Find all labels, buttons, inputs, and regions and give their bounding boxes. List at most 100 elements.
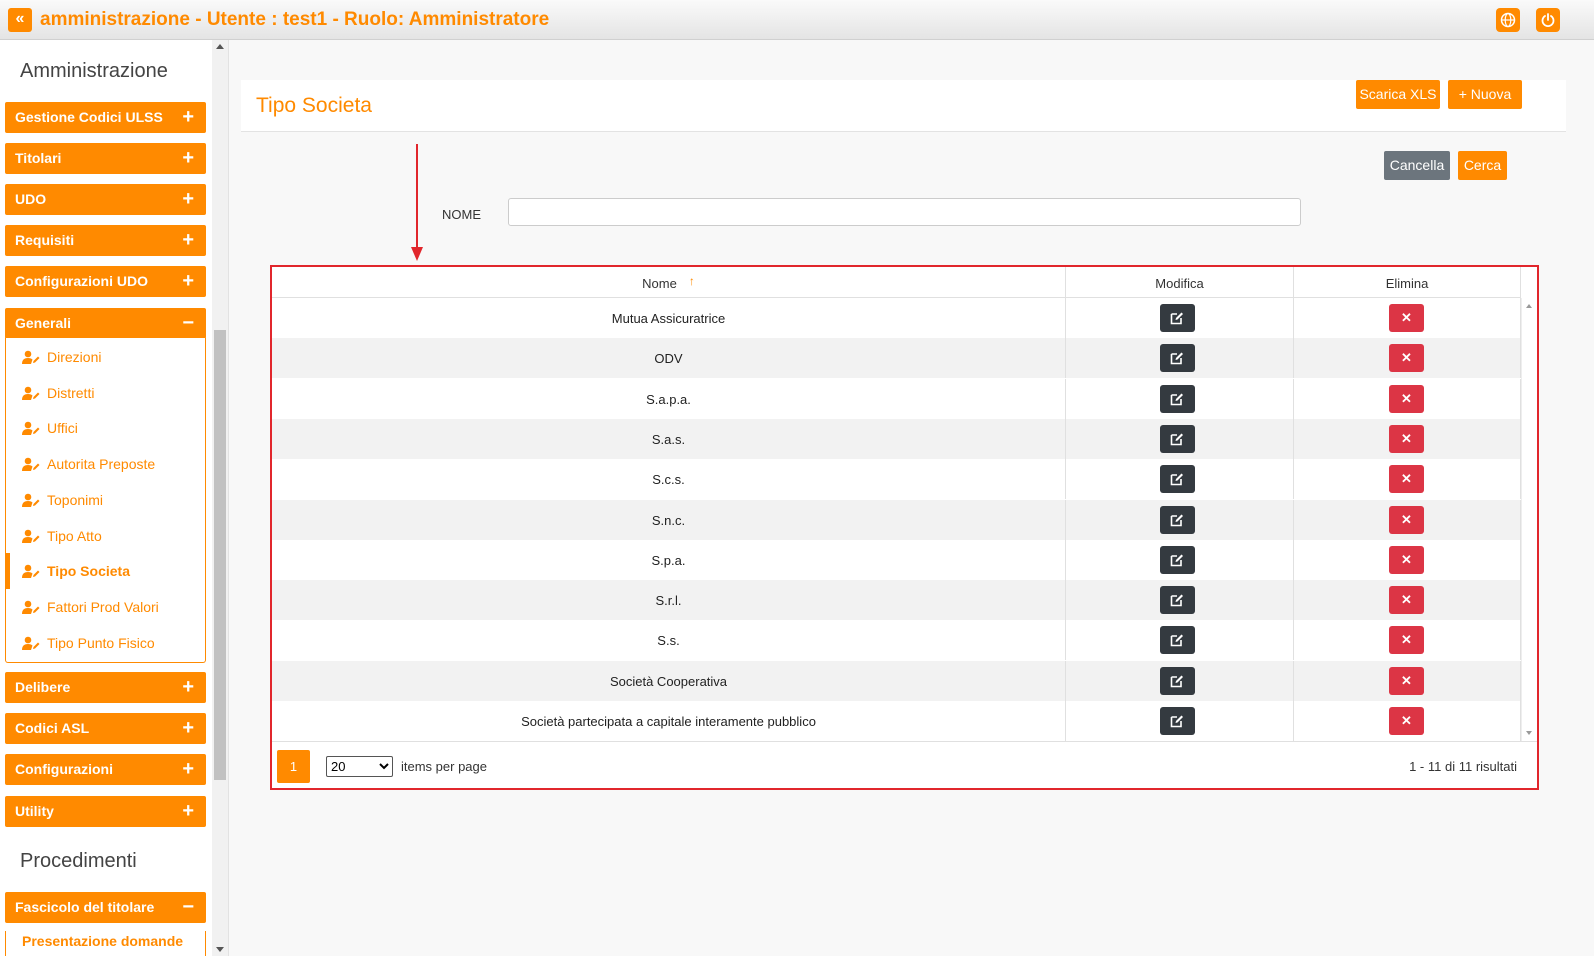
sidebar-item-label: Requisiti [15,232,75,248]
expand-icon: + [182,800,194,822]
scroll-up-icon[interactable] [1526,304,1532,308]
cell-elimina: ✕ [1294,298,1521,338]
delete-button[interactable]: ✕ [1389,707,1424,735]
cell-elimina: ✕ [1294,620,1521,661]
new-button[interactable]: + Nuova [1448,80,1522,109]
scroll-down-icon[interactable] [1526,731,1532,735]
edit-button[interactable] [1160,384,1195,413]
cell-modifica [1066,378,1294,419]
cell-elimina: ✕ [1294,580,1521,621]
sidebar-item-label: Codici ASL [15,720,90,736]
sidebar-item-generali[interactable]: Generali − [5,308,206,339]
delete-button[interactable]: ✕ [1389,666,1424,695]
sidebar-item-utility[interactable]: Utility + [5,796,206,827]
close-icon: ✕ [1401,430,1412,446]
edit-button[interactable] [1160,424,1195,453]
sidebar-subitem-label: Presentazione domande [22,933,184,949]
close-icon: ✕ [1401,632,1412,648]
collapse-sidebar-button[interactable]: « [8,8,32,32]
delete-button[interactable]: ✕ [1389,344,1424,373]
sidebar-item-label: Fascicolo del titolare [15,899,155,915]
page-title: Tipo Societa [256,94,372,117]
language-button[interactable] [1496,8,1520,32]
sidebar-item-titolari[interactable]: Titolari + [5,143,206,174]
cell-elimina: ✕ [1294,701,1521,741]
expand-icon: + [182,717,194,739]
expand-icon: + [182,758,194,780]
sidebar-item-requisiti[interactable]: Requisiti + [5,225,206,256]
edit-button[interactable] [1160,505,1195,534]
sidebar-subitem-tipo-societa[interactable]: Tipo Societa [6,553,205,589]
column-header-nome[interactable]: Nome ↑ [272,267,1066,298]
sidebar-scrollbar[interactable] [212,40,228,956]
delete-button[interactable]: ✕ [1389,465,1424,494]
delete-button[interactable]: ✕ [1389,586,1424,615]
edit-icon [1170,554,1183,567]
download-xls-button[interactable]: Scarica XLS [1356,80,1440,109]
user-edit-icon [22,636,40,650]
sidebar-subitem-uffici[interactable]: Uffici [6,410,205,446]
sidebar-subitem-tipo-atto[interactable]: Tipo Atto [6,518,205,554]
sidebar-item-codici-asl[interactable]: Codici ASL + [5,713,206,744]
user-edit-icon [22,350,40,364]
edit-button[interactable] [1160,545,1195,574]
user-edit-icon [22,493,40,507]
column-header-modifica[interactable]: Modifica [1066,267,1294,298]
sidebar-item-gestione-codici-ulss[interactable]: Gestione Codici ULSS + [5,102,206,133]
sidebar-item-delibere[interactable]: Delibere + [5,672,206,703]
sidebar-item-configurazioni-udo[interactable]: Configurazioni UDO + [5,266,206,297]
expand-icon: + [182,147,194,169]
delete-button[interactable]: ✕ [1389,626,1424,655]
sidebar-subitem-label: Fattori Prod Valori [47,599,159,615]
cell-elimina: ✕ [1294,378,1521,419]
sidebar-subitem-tipo-punto-fisico[interactable]: Tipo Punto Fisico [6,625,205,661]
sidebar-subitem-autorita-preposte[interactable]: Autorita Preposte [6,446,205,482]
user-edit-icon [22,529,40,543]
filter-name-input[interactable] [508,198,1301,226]
sidebar-item-udo[interactable]: UDO + [5,184,206,215]
logout-button[interactable] [1536,8,1560,32]
sidebar-item-label: Delibere [15,679,71,695]
column-header-elimina[interactable]: Elimina [1294,267,1521,298]
delete-button[interactable]: ✕ [1389,505,1424,534]
sidebar-subitem-fattori-prod-valori[interactable]: Fattori Prod Valori [6,589,205,625]
user-edit-icon [22,421,40,435]
sidebar-item-fascicolo-del-titolare[interactable]: Fascicolo del titolare − [5,892,206,923]
edit-button[interactable] [1160,707,1195,735]
sidebar-subitem-label: Distretti [47,385,95,401]
edit-button[interactable] [1160,304,1195,332]
scrollbar-thumb[interactable] [214,330,226,780]
sidebar-subitem-label: Autorita Preposte [47,456,156,472]
scroll-up-icon[interactable] [216,44,224,49]
clear-button[interactable]: Cancella [1384,151,1450,180]
sidebar-subitem-direzioni[interactable]: Direzioni [6,339,205,375]
edit-button[interactable] [1160,344,1195,373]
edit-button[interactable] [1160,666,1195,695]
delete-button[interactable]: ✕ [1389,424,1424,453]
page-button-1[interactable]: 1 [277,750,310,783]
sidebar-subitem-distretti[interactable]: Distretti [6,375,205,411]
scroll-down-icon[interactable] [216,947,224,952]
sidebar-subitem-toponimi[interactable]: Toponimi [6,482,205,518]
expand-icon: + [182,270,194,292]
cell-modifica [1066,499,1294,540]
user-edit-icon [22,600,40,614]
cell-nome: S.s. [272,620,1066,661]
sidebar-subitem-presentazione-domande[interactable]: Presentazione domande [5,931,206,956]
edit-icon [1170,594,1183,607]
sidebar-item-configurazioni[interactable]: Configurazioni + [5,754,206,785]
table-row: Società Cooperativa ✕ [272,660,1521,701]
grid-scrollbar[interactable] [1521,298,1537,741]
edit-button[interactable] [1160,586,1195,615]
sidebar-subitem-label: Uffici [47,420,78,436]
page-size-select[interactable]: 20 [326,756,393,777]
search-button[interactable]: Cerca [1458,151,1507,180]
cell-modifica [1066,539,1294,580]
delete-button[interactable]: ✕ [1389,304,1424,332]
edit-button[interactable] [1160,465,1195,494]
edit-button[interactable] [1160,626,1195,655]
delete-button[interactable]: ✕ [1389,545,1424,574]
sidebar-item-label: UDO [15,191,47,207]
delete-button[interactable]: ✕ [1389,384,1424,413]
grid-pager: 1 20 items per page 1 - 11 di 11 risulta… [272,741,1537,788]
